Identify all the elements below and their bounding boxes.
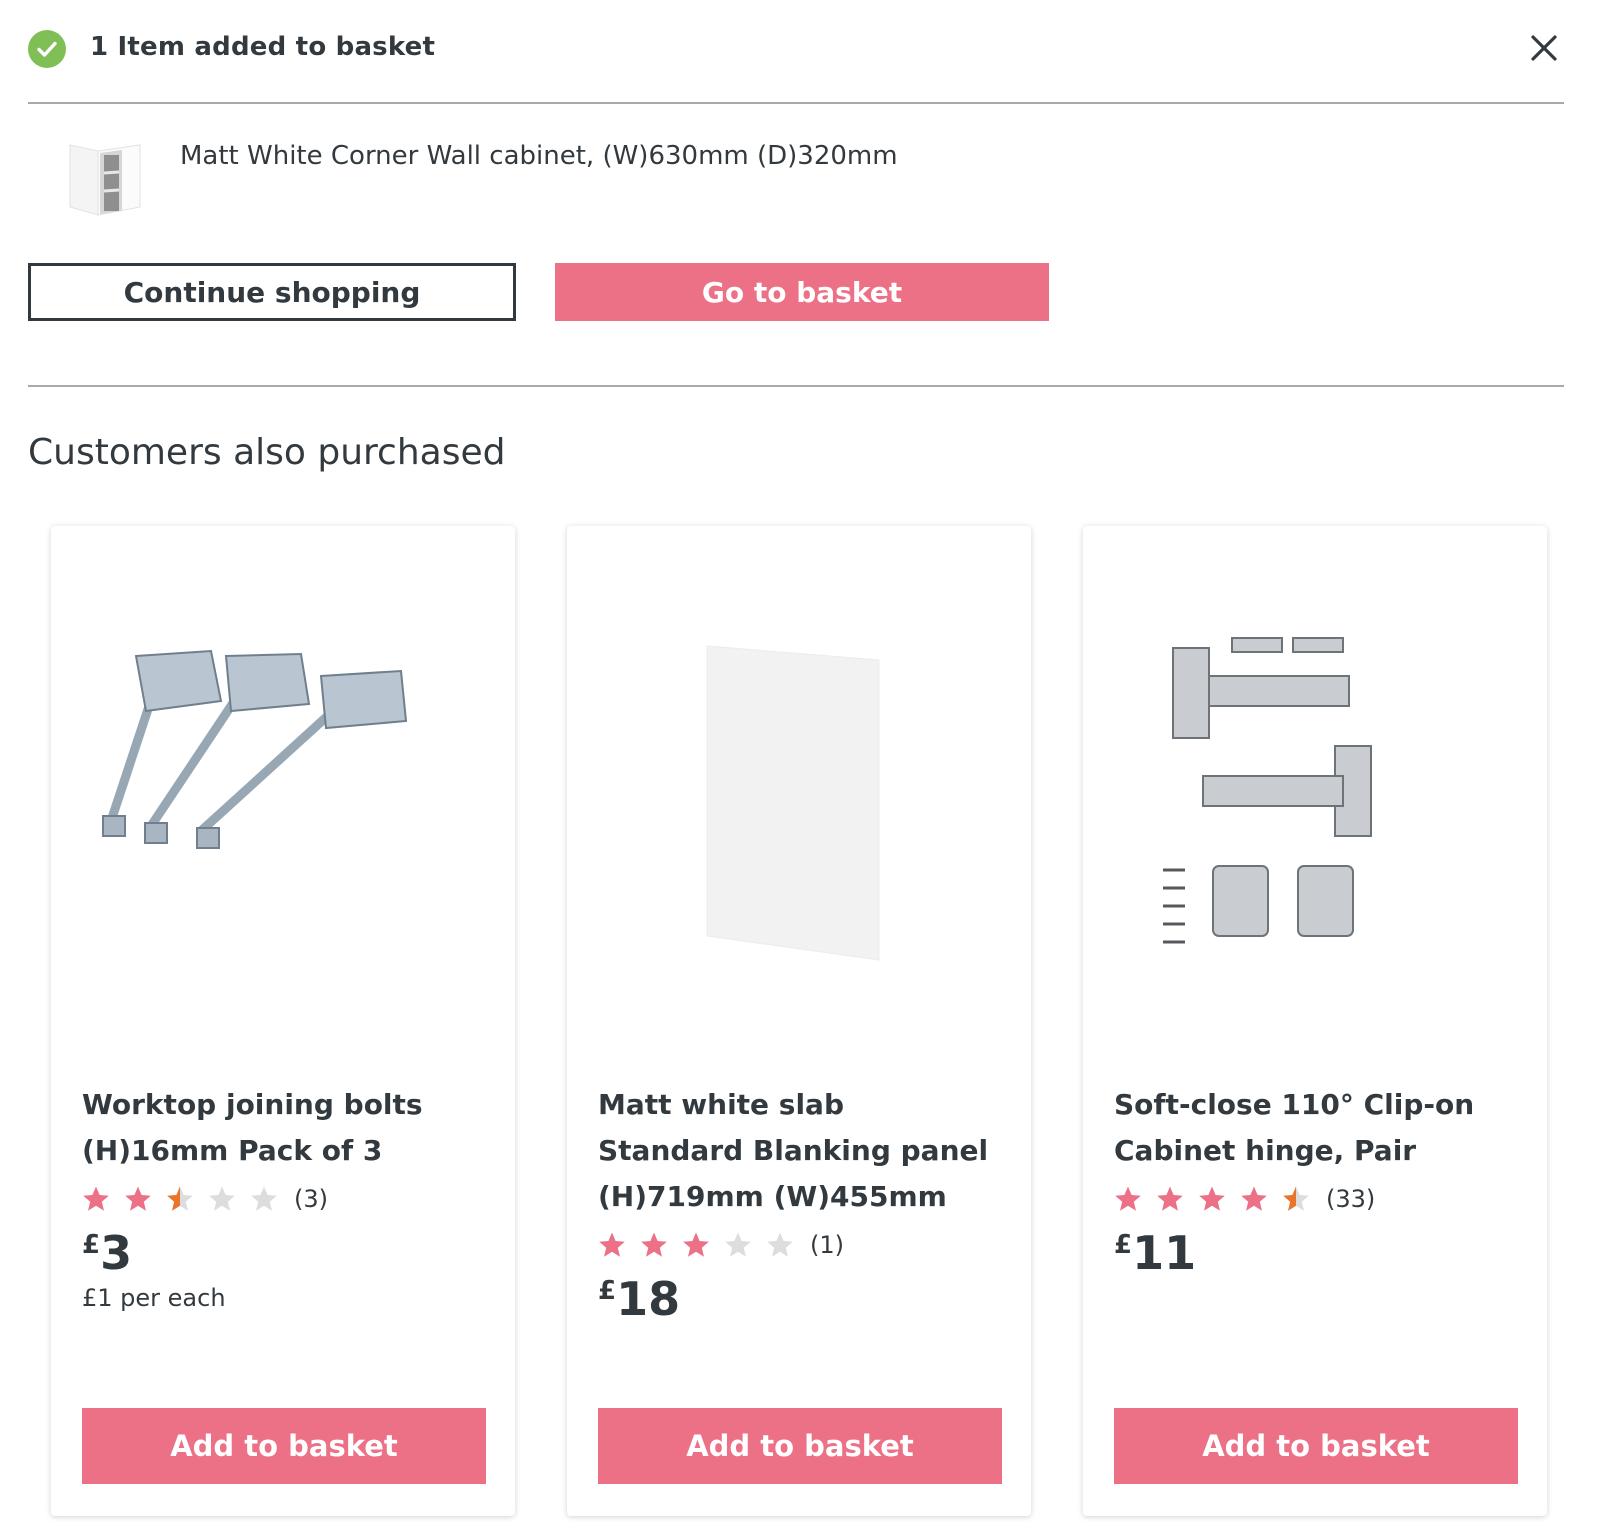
rating: (33) xyxy=(1114,1181,1375,1217)
section-heading: Customers also purchased xyxy=(28,432,506,473)
divider xyxy=(28,385,1564,387)
star-icon xyxy=(641,1232,667,1257)
star-icon xyxy=(1199,1186,1225,1211)
currency-symbol: £ xyxy=(82,1230,101,1260)
star-icon xyxy=(725,1232,751,1257)
star-icon xyxy=(251,1186,277,1211)
added-item: Matt White Corner Wall cabinet, (W)630mm… xyxy=(28,125,1528,225)
price: £18 xyxy=(598,1272,680,1326)
star-icon xyxy=(83,1186,109,1211)
rating-count: (3) xyxy=(294,1185,328,1213)
product-card: Matt white slab Standard Blanking panel … xyxy=(567,526,1031,1516)
star-icon xyxy=(1241,1186,1267,1211)
star-icon xyxy=(167,1186,193,1211)
close-icon[interactable] xyxy=(1528,32,1560,64)
unit-price: £1 per each xyxy=(82,1284,226,1312)
star-icon xyxy=(125,1186,151,1211)
star-icon xyxy=(767,1232,793,1257)
product-title[interactable]: Matt white slab Standard Blanking panel … xyxy=(598,1082,998,1220)
star-icon xyxy=(209,1186,235,1211)
continue-shopping-button[interactable]: Continue shopping xyxy=(28,263,516,321)
price-amount: 18 xyxy=(616,1272,681,1326)
cabinet-thumbnail xyxy=(64,137,144,217)
rating: (1) xyxy=(598,1227,844,1263)
divider xyxy=(28,102,1564,104)
notification-title: 1 Item added to basket xyxy=(90,32,436,62)
notification-header: 1 Item added to basket xyxy=(28,20,1560,76)
product-card: Worktop joining bolts (H)16mm Pack of 3 … xyxy=(51,526,515,1516)
price-amount: 3 xyxy=(100,1226,133,1280)
add-to-basket-button[interactable]: Add to basket xyxy=(598,1408,1002,1484)
go-to-basket-button[interactable]: Go to basket xyxy=(555,263,1049,321)
add-to-basket-button[interactable]: Add to basket xyxy=(1114,1408,1518,1484)
rating: (3) xyxy=(82,1181,328,1217)
rating-count: (33) xyxy=(1326,1185,1376,1213)
add-to-basket-button[interactable]: Add to basket xyxy=(82,1408,486,1484)
price-amount: 11 xyxy=(1132,1226,1197,1280)
product-image xyxy=(1113,576,1517,976)
star-icon xyxy=(1283,1186,1309,1211)
star-icon xyxy=(683,1232,709,1257)
currency-symbol: £ xyxy=(598,1276,617,1306)
price: £11 xyxy=(1114,1226,1196,1280)
product-image xyxy=(597,576,1001,976)
check-circle-icon xyxy=(28,30,66,68)
star-icon xyxy=(599,1232,625,1257)
star-icon xyxy=(1157,1186,1183,1211)
product-image xyxy=(81,576,485,976)
product-title[interactable]: Soft-close 110° Clip-on Cabinet hinge, P… xyxy=(1114,1082,1514,1174)
price: £3 xyxy=(82,1226,132,1280)
rating-count: (1) xyxy=(810,1231,844,1259)
star-icon xyxy=(1115,1186,1141,1211)
product-title[interactable]: Worktop joining bolts (H)16mm Pack of 3 xyxy=(82,1082,482,1174)
product-card: Soft-close 110° Clip-on Cabinet hinge, P… xyxy=(1083,526,1547,1516)
added-item-name: Matt White Corner Wall cabinet, (W)630mm… xyxy=(180,141,898,171)
currency-symbol: £ xyxy=(1114,1230,1133,1260)
